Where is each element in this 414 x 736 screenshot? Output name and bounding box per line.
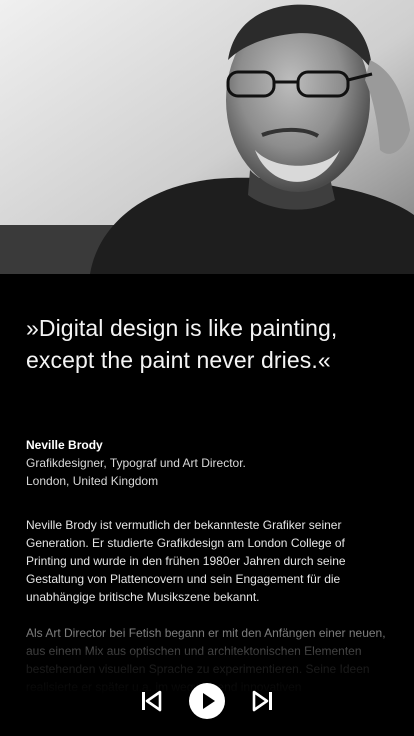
skip-previous-icon [142,690,162,712]
person-location: London, United Kingdom [26,474,159,488]
next-button[interactable] [245,683,281,719]
article-content: »Digital design is like painting, except… [26,274,388,714]
biography[interactable]: Neville Brody ist vermutlich der bekannt… [26,516,388,696]
quote-text: »Digital design is like painting, except… [26,315,338,373]
portrait-illustration [0,0,414,274]
person-name: Neville Brody [26,438,103,452]
play-icon [203,693,215,709]
play-button[interactable] [189,683,225,719]
portrait-photo [0,0,414,274]
person-role: Grafikdesigner, Typograf und Art Directo… [26,456,246,470]
person-info: Neville Brody Grafikdesigner, Typograf u… [26,436,388,490]
skip-next-icon [252,690,272,712]
previous-button[interactable] [133,683,169,719]
audio-player-controls [0,680,414,722]
bio-paragraph: Neville Brody ist vermutlich der bekannt… [26,518,346,604]
